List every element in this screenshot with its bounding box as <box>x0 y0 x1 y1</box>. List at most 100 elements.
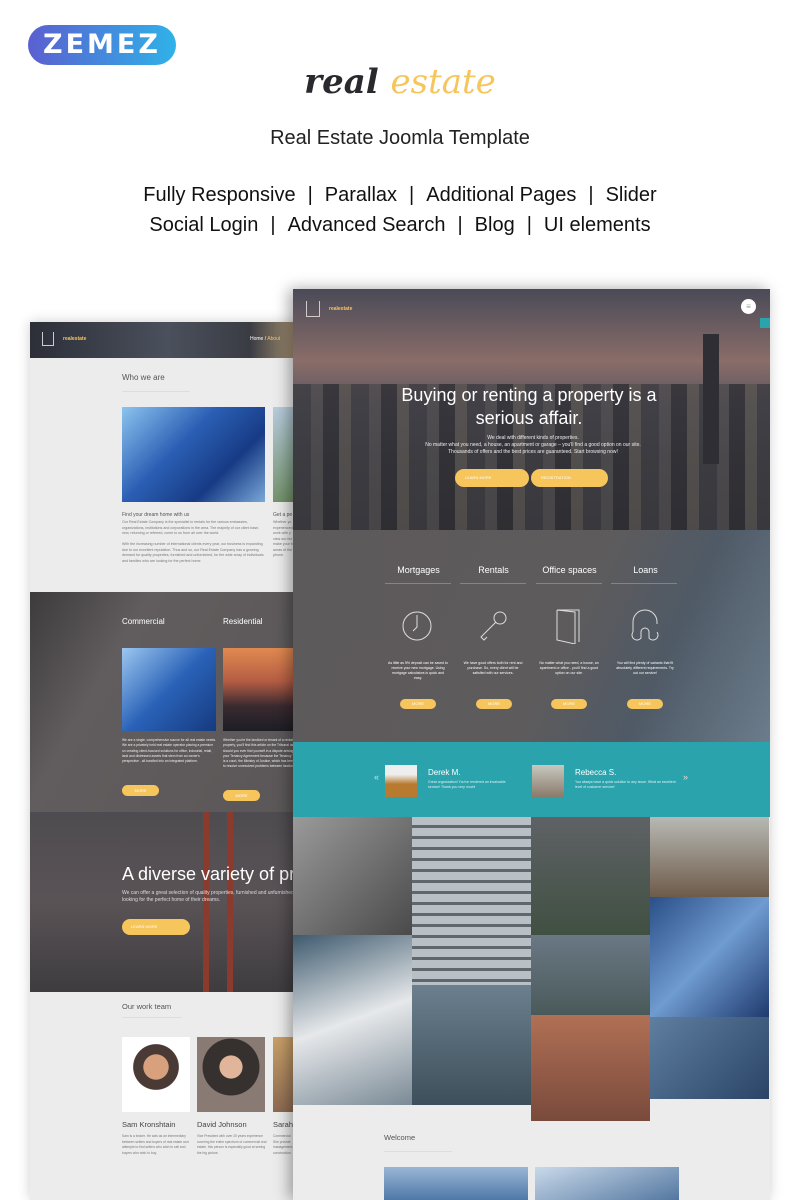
parallax-text: We can offer a great selection of qualit… <box>122 890 305 903</box>
gallery-image[interactable] <box>650 1017 769 1099</box>
service-more-button[interactable]: MORE <box>627 699 663 709</box>
brand-logo: real estate <box>0 62 800 102</box>
brand-word-estate: estate <box>390 62 496 102</box>
brand-word-real: real <box>304 62 379 102</box>
hero-line: We deal with different kinds of properti… <box>487 435 579 441</box>
gallery-image[interactable] <box>650 897 769 1017</box>
features-row-2: Social Login | Advanced Search | Blog | UI ele… <box>0 214 800 237</box>
welcome-image <box>384 1167 528 1200</box>
bridge-parallax-section: A diverse variety of pro We can offer a … <box>30 812 305 992</box>
team-name: David Johnson <box>197 1120 247 1129</box>
service-title: Loans <box>633 565 658 575</box>
service-text: You will find plenty of variants that fi… <box>616 661 674 675</box>
hero-subtext: We deal with different kinds of properti… <box>383 435 683 456</box>
separator: | <box>307 184 313 206</box>
house-logo-icon <box>306 301 320 317</box>
zemez-logo: ZEMEZ <box>28 25 176 65</box>
team-bio: Commercial She provide management constr… <box>273 1134 293 1155</box>
feature: Fully Responsive <box>143 184 296 206</box>
service-more-button[interactable]: MORE <box>400 699 436 709</box>
separator: | <box>409 184 415 206</box>
menu-button[interactable]: ≡ <box>741 299 756 314</box>
service-more-button[interactable]: MORE <box>551 699 587 709</box>
team-bio: Sam is a broker. He acts as an intermedi… <box>122 1134 189 1155</box>
feature: Slider <box>605 184 657 206</box>
tagline: Real Estate Joomla Template <box>270 127 530 149</box>
registration-button[interactable]: REGISTRATION <box>531 469 608 487</box>
testimonial-text: Great organization! You've rendered an i… <box>428 780 506 789</box>
gallery-image[interactable] <box>412 985 531 1105</box>
gallery-image[interactable] <box>412 817 531 985</box>
about-page-preview: realestate Home / About Who we are Find … <box>30 322 305 1200</box>
col1-title: Find your dream home with us <box>122 512 190 518</box>
service-text: As little as 5% deposit can be saved to … <box>388 661 448 680</box>
divider <box>385 583 451 584</box>
gallery-image[interactable] <box>531 1015 650 1121</box>
commercial-more-button[interactable]: MORE <box>122 785 159 796</box>
parallax-title: A diverse variety of pro <box>122 864 305 884</box>
team-name: Sarah <box>273 1120 294 1129</box>
team-title: Our work team <box>122 1002 172 1011</box>
feature: Additional Pages <box>426 184 577 206</box>
hero-line: No matter what you need, a house, an apa… <box>425 442 641 448</box>
house-logo-icon <box>42 332 54 346</box>
feature: Parallax <box>324 184 398 206</box>
col1-paragraph: Our Real Estate Company is the specialis… <box>122 520 260 535</box>
divider <box>122 1017 182 1018</box>
divider <box>460 583 526 584</box>
residential-title: Residential <box>223 617 263 626</box>
col1-paragraph: With the increasing number of internatio… <box>122 542 264 563</box>
service-more-button[interactable]: MORE <box>476 699 512 709</box>
breadcrumb-sep: / <box>264 336 267 342</box>
hero-line: Thousands of offers and the best prices … <box>448 449 618 455</box>
prev-arrow-icon[interactable]: « <box>374 772 379 782</box>
gallery-image[interactable] <box>293 817 412 935</box>
separator: | <box>457 214 463 236</box>
clock-icon <box>402 611 432 641</box>
separator: | <box>270 214 276 236</box>
residential-more-button[interactable]: MORE <box>223 790 260 801</box>
service-text: No matter what you need, a house, an apa… <box>539 661 599 675</box>
about-header: realestate Home / About <box>30 322 305 358</box>
commercial-image <box>122 648 216 731</box>
who-title: Who we are <box>122 373 165 382</box>
service-title: Rentals <box>478 565 509 575</box>
header-logo: realestate <box>329 306 353 312</box>
testimonial-name: Derek M. <box>428 768 461 777</box>
header-logo: realestate <box>63 336 87 342</box>
next-arrow-icon[interactable]: » <box>683 772 688 782</box>
divider <box>611 583 677 584</box>
breadcrumb-current: About <box>267 336 281 342</box>
divider <box>384 1151 452 1152</box>
feature: Advanced Search <box>287 214 446 236</box>
avatar <box>532 765 564 797</box>
gallery-image[interactable] <box>531 935 650 1015</box>
team-bio: Vice President with over 20 years experi… <box>197 1134 267 1155</box>
testimonials-section: « » Derek M. Great organization! You've … <box>293 742 770 817</box>
team-photo <box>122 1037 190 1112</box>
feature: Blog <box>474 214 515 236</box>
gallery-image[interactable] <box>650 817 769 897</box>
features-row-1: Fully Responsive | Parallax | Additional Pag… <box>0 184 800 207</box>
hero-section: realestate ≡ Buying or renting a propert… <box>293 289 770 530</box>
welcome-image <box>535 1167 679 1200</box>
glass-building-image <box>122 407 265 502</box>
commercial-text: We are a single, comprehensive source fo… <box>122 738 216 764</box>
learn-more-button[interactable]: LEARN MORE <box>122 919 190 935</box>
hero-title: Buying or renting a property is a seriou… <box>401 385 657 428</box>
separator: | <box>526 214 532 236</box>
gallery-image[interactable] <box>293 935 412 1105</box>
breadcrumb-home[interactable]: Home <box>250 336 263 342</box>
testimonial-name: Rebecca S. <box>575 768 617 777</box>
divider <box>536 583 602 584</box>
learn-more-button[interactable]: LEARN MORE <box>455 469 529 487</box>
gallery-image[interactable] <box>531 817 650 935</box>
feature: Social Login <box>149 214 259 236</box>
testimonial-text: You always have a quick solution to any … <box>575 780 676 789</box>
login-tab-icon[interactable] <box>760 318 770 328</box>
divider <box>122 391 190 392</box>
door-icon <box>556 609 580 644</box>
categories-section: Commercial Residential We are a single, … <box>30 592 305 812</box>
service-text: We have good offers both for rent and pu… <box>463 661 523 675</box>
separator: | <box>588 184 594 206</box>
